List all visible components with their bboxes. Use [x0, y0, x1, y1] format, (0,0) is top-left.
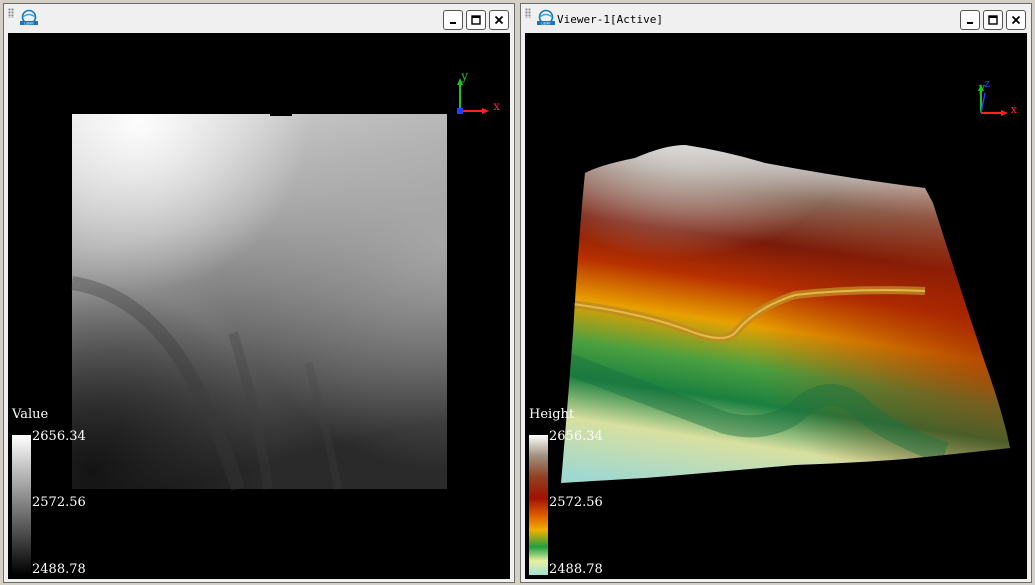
viewer-window-left: LiDAR y x Value 2656.34 2572.56 2488.78 — [3, 3, 515, 583]
close-button[interactable] — [489, 10, 509, 30]
maximize-button[interactable] — [466, 10, 486, 30]
render-canvas-right[interactable]: y z x Height 2656.34 2572.56 2488.78 — [525, 33, 1027, 579]
maximize-button[interactable] — [983, 10, 1003, 30]
drag-grip-icon[interactable] — [8, 8, 14, 18]
minimize-icon — [967, 22, 973, 24]
lidar-logo-icon: LiDAR — [20, 9, 38, 25]
axis-z-label: z — [984, 77, 990, 90]
legend-mid: 2572.56 — [549, 495, 603, 510]
close-button[interactable] — [1006, 10, 1026, 30]
grayscale-raster — [70, 113, 447, 492]
minimize-icon — [450, 22, 456, 24]
svg-text:LiDAR: LiDAR — [24, 21, 34, 25]
legend-max: 2656.34 — [32, 429, 86, 444]
axis-x-label: x — [493, 99, 500, 113]
legend-title: Height — [529, 407, 575, 422]
legend-title: Value — [12, 407, 49, 422]
maximize-icon — [988, 15, 998, 25]
lidar-logo-icon: LiDAR — [537, 9, 555, 25]
axis-x-label: x — [1010, 103, 1017, 116]
maximize-icon — [471, 15, 481, 25]
viewer-window-right: LiDAR Viewer-1[Active] y z x Height 2656… — [520, 3, 1032, 583]
minimize-button[interactable] — [960, 10, 980, 30]
render-canvas-left[interactable]: y x Value 2656.34 2572.56 2488.78 — [8, 33, 510, 579]
close-icon — [1011, 15, 1021, 25]
viewer-titlebar[interactable]: LiDAR — [4, 4, 514, 32]
viewer-title: Viewer-1[Active] — [557, 13, 663, 26]
svg-text:LiDAR: LiDAR — [541, 21, 551, 25]
legend-min: 2488.78 — [32, 562, 86, 577]
viewer-titlebar[interactable]: LiDAR Viewer-1[Active] — [521, 4, 1031, 32]
legend-mid: 2572.56 — [32, 495, 86, 510]
axis-gizmo — [978, 84, 1008, 116]
legend-color-bar — [529, 435, 548, 575]
legend-min: 2488.78 — [549, 562, 603, 577]
axis-y-label: y — [461, 69, 468, 83]
legend-color-bar — [12, 435, 31, 575]
drag-grip-icon[interactable] — [525, 8, 531, 18]
minimize-button[interactable] — [443, 10, 463, 30]
legend-max: 2656.34 — [549, 429, 603, 444]
axis-gizmo — [457, 78, 489, 114]
close-icon — [494, 15, 504, 25]
